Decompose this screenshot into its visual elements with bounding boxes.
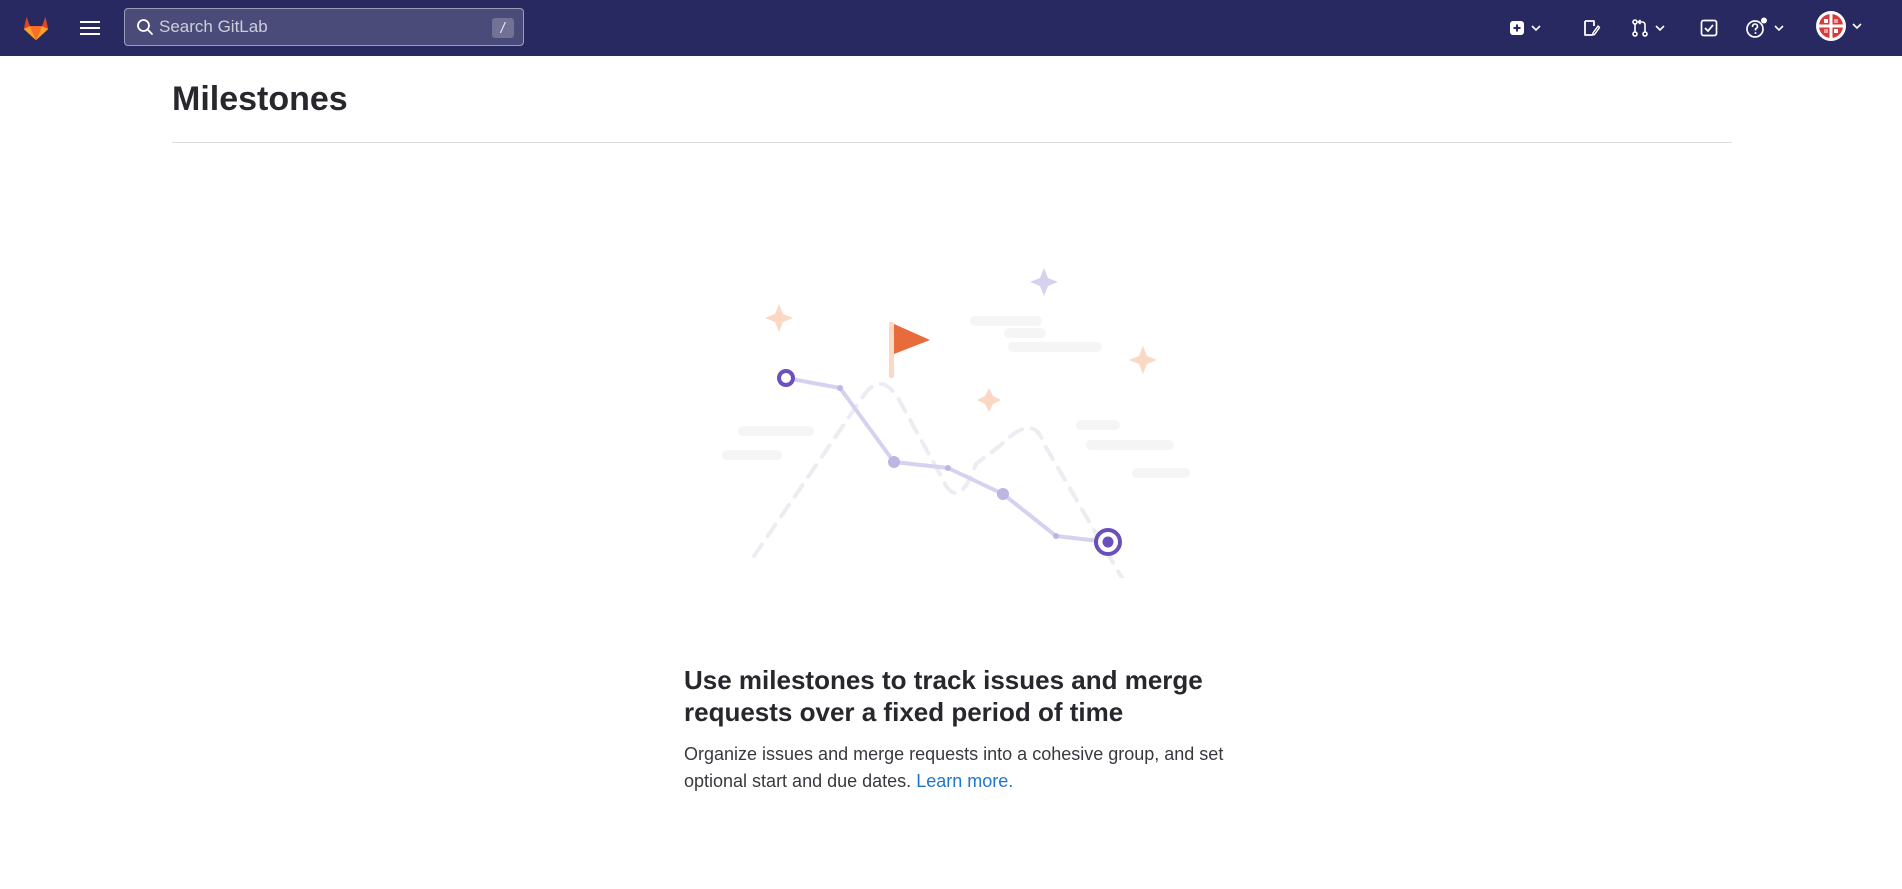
chevron-down-icon bbox=[1774, 25, 1784, 32]
route-points bbox=[837, 385, 1059, 539]
sparkle-decorations bbox=[765, 268, 1157, 412]
plus-square-icon bbox=[1510, 21, 1524, 35]
route-end-center bbox=[1102, 536, 1114, 548]
search-input[interactable] bbox=[159, 17, 479, 37]
top-navbar: / bbox=[0, 0, 1902, 56]
issues-button[interactable] bbox=[1581, 12, 1601, 44]
todos-button[interactable] bbox=[1699, 12, 1719, 44]
search-box[interactable]: / bbox=[124, 8, 524, 46]
chevron-down-icon bbox=[1531, 25, 1541, 32]
hamburger-menu-button[interactable] bbox=[76, 14, 104, 42]
chevron-down-icon bbox=[1655, 25, 1665, 32]
gitlab-logo[interactable] bbox=[17, 9, 55, 47]
todo-icon bbox=[1700, 19, 1718, 37]
learn-more-link[interactable]: Learn more. bbox=[916, 771, 1013, 791]
empty-state-heading: Use milestones to track issues and merge… bbox=[684, 665, 1203, 727]
chevron-down-icon bbox=[1852, 23, 1862, 30]
flag-icon bbox=[889, 322, 930, 378]
search-icon bbox=[135, 17, 155, 37]
gitlab-logo-icon bbox=[23, 16, 49, 41]
help-icon bbox=[1746, 17, 1767, 38]
page-title: Milestones bbox=[172, 80, 348, 118]
milestone-route-line bbox=[785, 376, 1109, 544]
cloud-decorations bbox=[722, 316, 1190, 478]
title-divider bbox=[172, 142, 1732, 143]
milestones-empty-illustration bbox=[722, 268, 1190, 578]
create-new-button[interactable] bbox=[1508, 12, 1542, 44]
merge-requests-button[interactable] bbox=[1630, 12, 1666, 44]
merge-request-icon bbox=[1632, 19, 1648, 37]
mountain-trail-line bbox=[752, 382, 1124, 578]
hamburger-icon bbox=[80, 21, 100, 35]
empty-state-description: Organize issues and merge requests into … bbox=[684, 741, 1224, 795]
issues-icon bbox=[1584, 20, 1601, 36]
notification-dot bbox=[1761, 17, 1767, 24]
help-button[interactable] bbox=[1745, 12, 1785, 44]
search-shortcut-hint: / bbox=[492, 18, 514, 38]
user-menu-button[interactable] bbox=[1815, 10, 1863, 42]
avatar bbox=[1816, 11, 1846, 41]
route-start-point bbox=[777, 369, 795, 387]
